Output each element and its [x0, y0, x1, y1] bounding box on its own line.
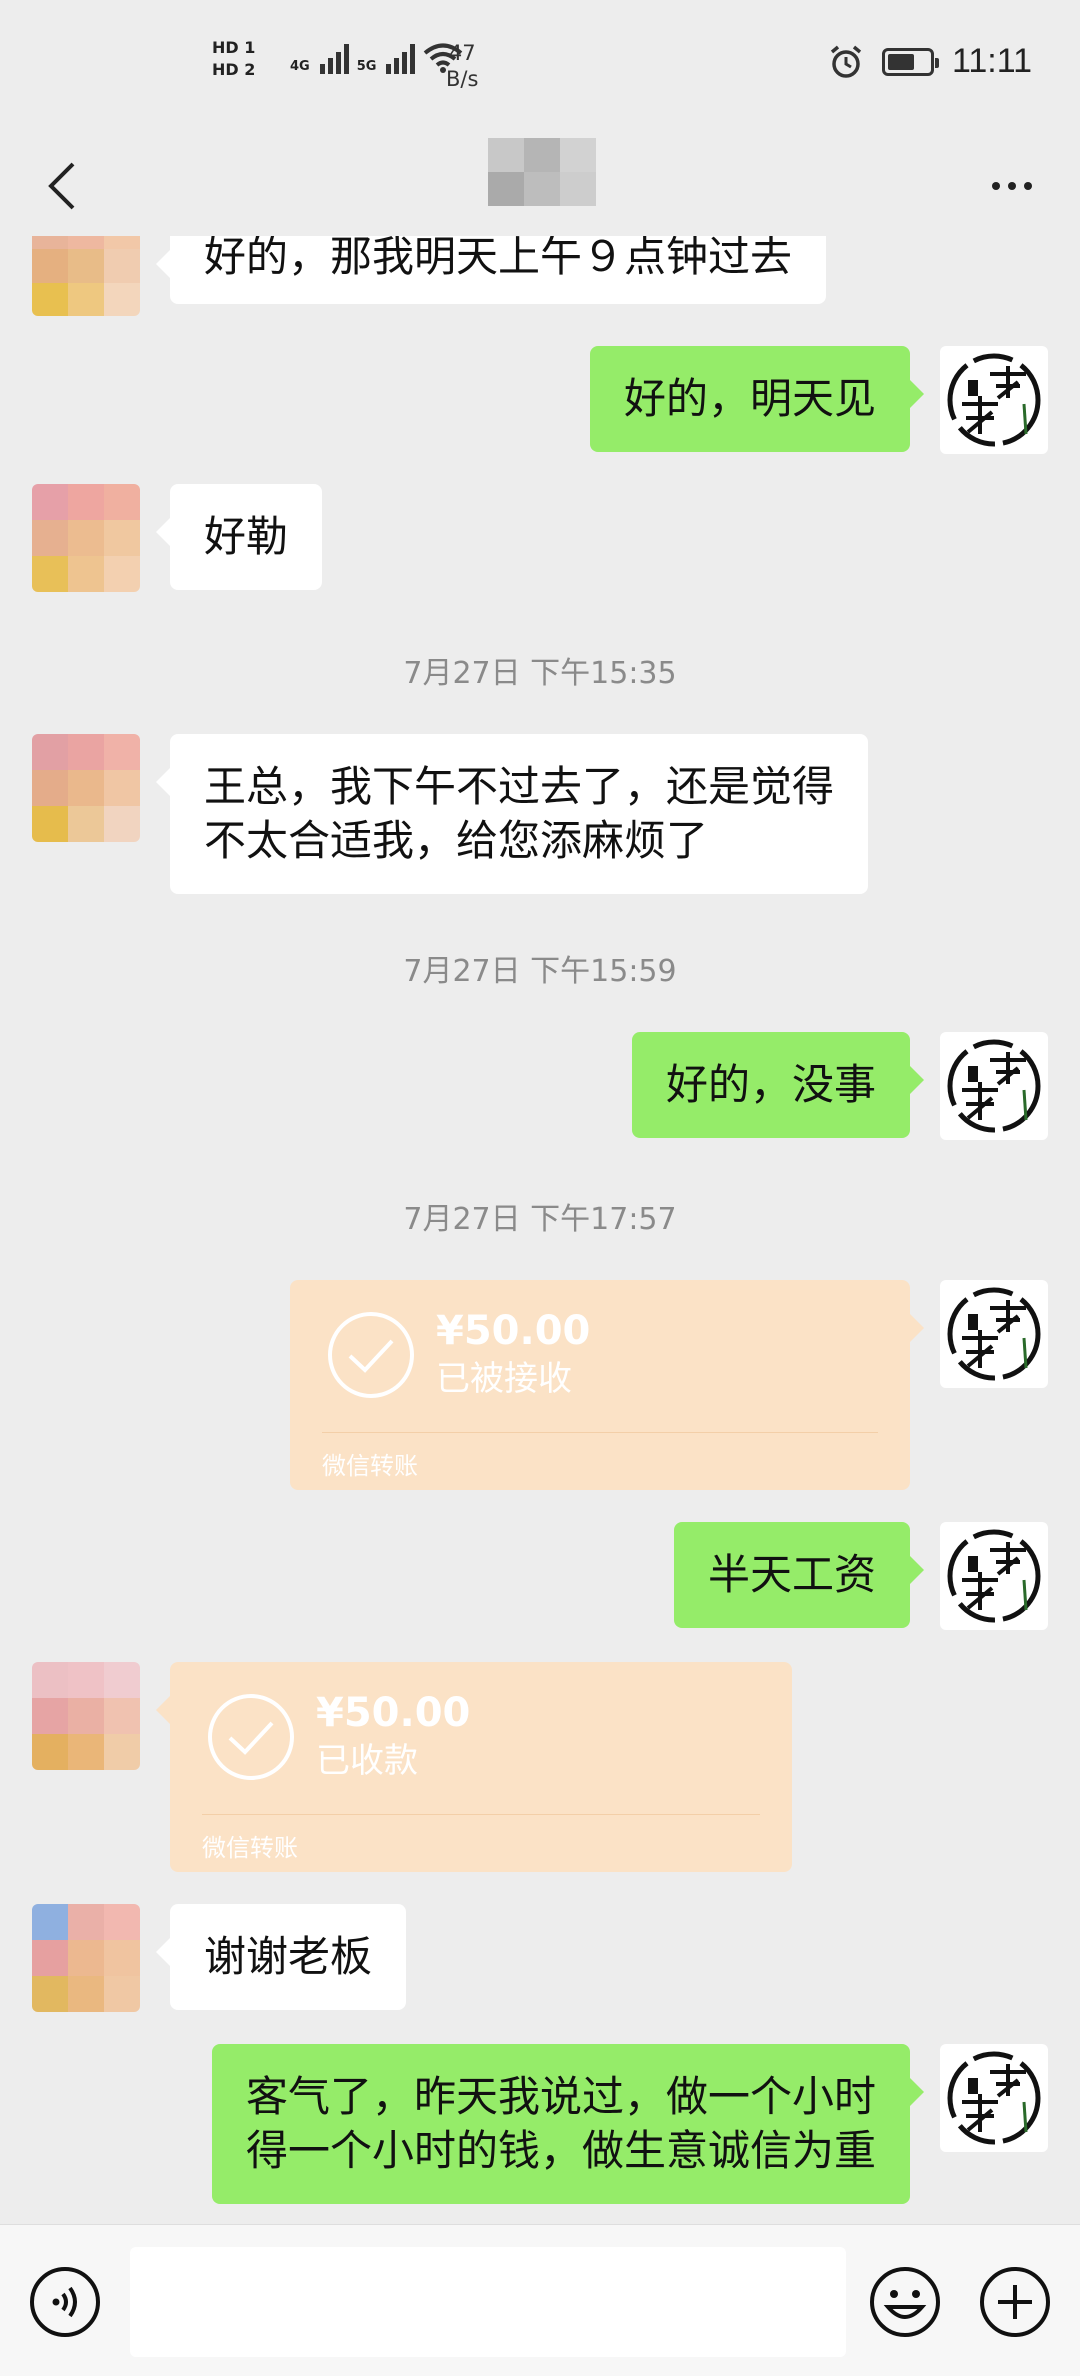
chat-header [0, 130, 1080, 242]
net-speed-unit: B/s [446, 67, 479, 91]
emoji-button[interactable] [868, 2265, 942, 2339]
outgoing-message[interactable]: 半天工资 [673, 1522, 925, 1628]
signal-icon [319, 40, 349, 74]
transfer-footer: 微信转账 [322, 1452, 418, 1480]
transfer-status: 已被接收 [436, 1359, 572, 1399]
timestamp: 7月27日 下午15:35 [403, 656, 677, 691]
network-type-2: 5G [356, 59, 377, 74]
divider [202, 1814, 760, 1815]
contact-name-blurred [488, 138, 596, 206]
transfer-amount: ¥50.00 [436, 1308, 591, 1354]
contact-avatar[interactable] [32, 1662, 140, 1770]
chevron-left-icon [48, 162, 75, 210]
chat-screen: HD 1 HD 2 4G 5G 47 B/s 11:11 好的，那我明天上午９点… [0, 0, 1080, 2376]
battery-icon [881, 47, 939, 76]
divider [322, 1432, 878, 1433]
emoji-icon [870, 2267, 940, 2337]
message-text: 好的，没事 [665, 1060, 876, 1109]
message-text: 半天工资 [707, 1550, 876, 1599]
network-type-1: 4G [290, 59, 310, 74]
input-bar [0, 2224, 1080, 2376]
timestamp: 7月27日 下午17:57 [403, 1202, 677, 1237]
transfer-card-received[interactable]: ¥50.00 已收款 微信转账 [156, 1662, 792, 1872]
hd1-label: HD 1 [212, 38, 256, 57]
check-circle-icon [208, 1694, 294, 1780]
status-right: 11:11 [828, 42, 1032, 81]
contact-avatar[interactable] [32, 484, 140, 592]
message-text: 好勒 [204, 512, 289, 561]
message-text: 好的，明天见 [623, 374, 876, 423]
my-avatar[interactable] [940, 2044, 1048, 2152]
plus-icon [980, 2267, 1050, 2337]
message-list[interactable]: 好的，那我明天上午９点钟过去 好的，明天见 好勒 7月27日 下午15:35 王… [0, 236, 1080, 2224]
seal-logo-icon [947, 1039, 1041, 1133]
outgoing-message[interactable]: 好的，没事 [631, 1032, 925, 1138]
my-avatar[interactable] [940, 1032, 1048, 1140]
message-text-line: 客气了，昨天我说过，做一个小时 [245, 2072, 876, 2121]
contact-avatar[interactable] [32, 236, 140, 316]
more-functions-button[interactable] [978, 2265, 1052, 2339]
status-bar: HD 1 HD 2 4G 5G 47 B/s 11:11 [0, 0, 1080, 130]
seal-logo-icon [947, 1287, 1041, 1381]
transfer-footer: 微信转账 [202, 1834, 298, 1862]
signal-group: 4G 5G [290, 40, 463, 74]
outgoing-message[interactable]: 客气了，昨天我说过，做一个小时 得一个小时的钱，做生意诚信为重 [211, 2044, 925, 2204]
contact-avatar[interactable] [32, 734, 140, 842]
transfer-status: 已收款 [316, 1741, 418, 1781]
transfer-amount: ¥50.00 [316, 1690, 471, 1736]
message-text-line: 王总，我下午不过去了，还是觉得 [204, 762, 835, 811]
outgoing-message[interactable]: 好的，明天见 [589, 346, 925, 452]
my-avatar[interactable] [940, 1522, 1048, 1630]
more-button[interactable] [972, 156, 1052, 216]
transfer-card-sent[interactable]: ¥50.00 已被接收 微信转账 [290, 1280, 924, 1490]
message-input[interactable] [130, 2247, 846, 2357]
incoming-message[interactable]: 王总，我下午不过去了，还是觉得 不太合适我，给您添麻烦了 [155, 734, 869, 894]
net-speed-value: 47 [448, 41, 476, 65]
seal-logo-icon [947, 353, 1041, 447]
message-text: 好的，那我明天上午９点钟过去 [204, 236, 793, 281]
alarm-icon [830, 45, 862, 78]
hd2-label: HD 2 [212, 60, 256, 79]
incoming-message[interactable]: 谢谢老板 [155, 1904, 407, 2010]
timestamp: 7月27日 下午15:59 [403, 954, 677, 989]
voice-button[interactable] [28, 2265, 102, 2339]
more-dots-icon [992, 182, 1000, 190]
back-button[interactable] [22, 146, 102, 226]
message-text: 谢谢老板 [204, 1932, 373, 1981]
my-avatar[interactable] [940, 1280, 1048, 1388]
seal-logo-icon [947, 1529, 1041, 1623]
hd-indicator: HD 1 HD 2 [212, 38, 255, 82]
contact-avatar[interactable] [32, 1904, 140, 2012]
incoming-message[interactable]: 好的，那我明天上午９点钟过去 [155, 236, 827, 304]
voice-icon [30, 2267, 100, 2337]
seal-logo-icon [947, 2051, 1041, 2145]
net-speed: 47 B/s [446, 40, 478, 92]
message-text-line: 不太合适我，给您添麻烦了 [204, 816, 709, 865]
message-text-line: 得一个小时的钱，做生意诚信为重 [245, 2126, 876, 2175]
check-circle-icon [328, 1312, 414, 1398]
my-avatar[interactable] [940, 346, 1048, 454]
signal-icon-2 [386, 40, 416, 74]
clock: 11:11 [951, 42, 1032, 80]
incoming-message[interactable]: 好勒 [155, 484, 323, 590]
